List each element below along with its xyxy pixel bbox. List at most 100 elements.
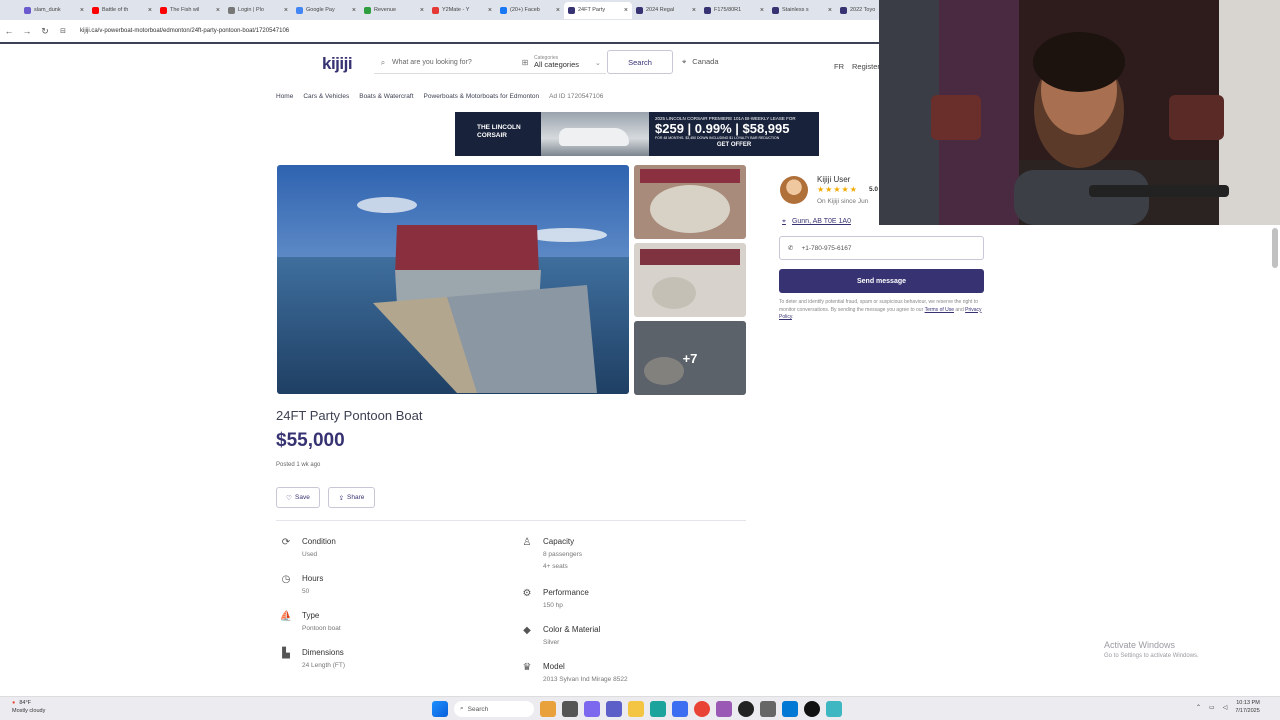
close-icon[interactable]: × bbox=[828, 7, 832, 14]
browser-tab[interactable]: Revenue × bbox=[360, 2, 428, 19]
widgets-icon[interactable] bbox=[540, 701, 556, 717]
teams-icon[interactable] bbox=[606, 701, 622, 717]
close-icon[interactable]: × bbox=[488, 7, 492, 14]
heart-icon: ♡ bbox=[286, 494, 292, 502]
tab-favicon-icon bbox=[296, 6, 303, 14]
breadcrumb-boats[interactable]: Boats & Watercraft bbox=[359, 93, 413, 100]
breadcrumb-cars[interactable]: Cars & Vehicles bbox=[303, 93, 349, 100]
weather-widget[interactable]: ● 84°F Mostly cloudy bbox=[12, 700, 45, 715]
thumbnail-1[interactable] bbox=[634, 165, 746, 239]
browser-tab[interactable]: 24FT Party × bbox=[564, 1, 632, 19]
browser-tab[interactable]: F175/80R1 × bbox=[700, 2, 768, 19]
thumbnail-2[interactable] bbox=[634, 243, 746, 317]
ad-cta[interactable]: GET OFFER bbox=[655, 142, 813, 148]
page-scrollbar[interactable] bbox=[1272, 228, 1278, 268]
terms-link[interactable]: Terms of Use bbox=[925, 307, 954, 313]
browser-tab[interactable]: slam_dunk × bbox=[20, 2, 88, 19]
tab-title: Login | Plo bbox=[238, 7, 264, 13]
condition-icon: ⟳ bbox=[281, 537, 291, 548]
site-info-icon[interactable]: ⊟ bbox=[54, 27, 72, 35]
type-icon: ⛵ bbox=[279, 611, 293, 622]
hours-icon: ◷ bbox=[281, 574, 291, 585]
back-icon[interactable]: ← bbox=[0, 26, 18, 36]
clock[interactable]: 10:13 PM 7/17/2025 bbox=[1235, 700, 1259, 715]
ad-brand: THE LINCOLN CORSAIR bbox=[477, 124, 521, 140]
close-icon[interactable]: × bbox=[760, 7, 764, 14]
app-icon[interactable] bbox=[716, 701, 732, 717]
close-icon[interactable]: × bbox=[284, 7, 288, 14]
seller-location[interactable]: ⌖ Gunn, AB T0E 1A0 bbox=[782, 218, 851, 226]
browser-tab[interactable]: 2024 Regal × bbox=[632, 2, 700, 19]
kijiji-logo[interactable]: kijiji bbox=[322, 54, 353, 74]
close-icon[interactable]: × bbox=[556, 7, 560, 14]
attribute-value: 8 passengers bbox=[543, 551, 583, 558]
breadcrumb-home[interactable]: Home bbox=[276, 93, 293, 100]
language-toggle[interactable]: FR bbox=[834, 62, 844, 71]
ad-banner[interactable]: THE LINCOLN CORSAIR 2025 LINCOLN CORSAIR… bbox=[455, 112, 819, 156]
attribute-value: 150 hp bbox=[543, 602, 563, 609]
avatar[interactable] bbox=[780, 176, 808, 204]
breadcrumb: Home Cars & Vehicles Boats & Watercraft … bbox=[276, 93, 603, 100]
search-button[interactable]: Search bbox=[607, 50, 673, 74]
obs-icon[interactable] bbox=[738, 701, 754, 717]
attribute-hours: ◷ Hours 50 bbox=[278, 574, 324, 598]
tab-favicon-icon bbox=[432, 6, 439, 14]
location-selector[interactable]: ⌖ Canada bbox=[682, 57, 719, 67]
browser-tab[interactable]: Stainless s × bbox=[768, 2, 836, 19]
message-disclaimer: To deter and identify potential fraud, s… bbox=[779, 299, 982, 320]
task-view-icon[interactable] bbox=[562, 701, 578, 717]
browser-tab[interactable]: The Fish wil × bbox=[156, 2, 224, 19]
forward-icon[interactable]: → bbox=[18, 26, 36, 36]
url-text[interactable]: kijiji.ca/v-powerboat-motorboat/edmonton… bbox=[80, 28, 289, 34]
save-button[interactable]: ♡ Save bbox=[276, 487, 320, 508]
seller-location-text: Gunn, AB T0E 1A0 bbox=[791, 218, 851, 225]
close-icon[interactable]: × bbox=[624, 7, 628, 14]
reload-icon[interactable]: ↻ bbox=[36, 26, 54, 37]
copilot-icon[interactable] bbox=[584, 701, 600, 717]
tab-title: 24FT Party bbox=[578, 7, 606, 13]
thumbnail-3[interactable]: +7 bbox=[634, 321, 746, 395]
categories-select[interactable]: Categories All categories bbox=[534, 56, 579, 69]
search-input[interactable]: What are you looking for? bbox=[392, 59, 516, 66]
chevron-up-icon[interactable]: ⌃ bbox=[1196, 704, 1201, 711]
browser-tab[interactable]: Google Pay × bbox=[292, 2, 360, 19]
capacity-icon: ♙ bbox=[522, 537, 532, 548]
close-icon[interactable]: × bbox=[80, 7, 84, 14]
chrome-icon[interactable] bbox=[694, 701, 710, 717]
notepad-icon[interactable] bbox=[826, 701, 842, 717]
close-icon[interactable]: × bbox=[148, 7, 152, 14]
edge-icon[interactable] bbox=[650, 701, 666, 717]
browser-tab[interactable]: Y2Mate - Y × bbox=[428, 2, 496, 19]
close-icon[interactable]: × bbox=[352, 7, 356, 14]
send-message-button[interactable]: Send message bbox=[779, 269, 984, 293]
taskbar-search[interactable]: ⌕ Search bbox=[454, 701, 534, 717]
media-player-icon[interactable] bbox=[804, 701, 820, 717]
browser-tab[interactable]: Battle of th × bbox=[88, 2, 156, 19]
phone-field[interactable]: ✆ +1-780-975-6167 bbox=[779, 236, 984, 260]
outlook-icon[interactable] bbox=[782, 701, 798, 717]
browser-tab[interactable]: (20+) Faceb × bbox=[496, 2, 564, 19]
ad-price: $259 | 0.99% | $58,995 bbox=[655, 121, 790, 136]
performance-icon: ⚙ bbox=[522, 588, 532, 599]
close-icon[interactable]: × bbox=[420, 7, 424, 14]
share-button[interactable]: ⇪ Share bbox=[328, 487, 375, 508]
tab-title: The Fish wil bbox=[170, 7, 200, 13]
browser-tab[interactable]: Login | Plo × bbox=[224, 2, 292, 19]
close-icon[interactable]: × bbox=[216, 7, 220, 14]
seller-name[interactable]: Kijiji User bbox=[817, 175, 850, 184]
register-link[interactable]: Register bbox=[852, 62, 880, 71]
header-right: FR Register bbox=[834, 62, 880, 71]
close-icon[interactable]: × bbox=[692, 7, 696, 14]
listing-price: $55,000 bbox=[276, 430, 345, 451]
volume-icon[interactable]: ◁ bbox=[1223, 704, 1228, 711]
breadcrumb-powerboats[interactable]: Powerboats & Motorboats for Edmonton bbox=[424, 93, 540, 100]
network-icon[interactable]: ▭ bbox=[1209, 704, 1215, 711]
store-icon[interactable] bbox=[672, 701, 688, 717]
attribute-value: 24 Length (FT) bbox=[302, 662, 345, 669]
windows-start-icon[interactable] bbox=[432, 701, 448, 717]
location-pin-icon: ⌖ bbox=[782, 218, 786, 225]
file-explorer-icon[interactable] bbox=[628, 701, 644, 717]
attribute-dimensions: ▙ Dimensions 24 Length (FT) bbox=[278, 648, 345, 672]
main-listing-photo[interactable] bbox=[277, 165, 629, 394]
settings-icon[interactable] bbox=[760, 701, 776, 717]
